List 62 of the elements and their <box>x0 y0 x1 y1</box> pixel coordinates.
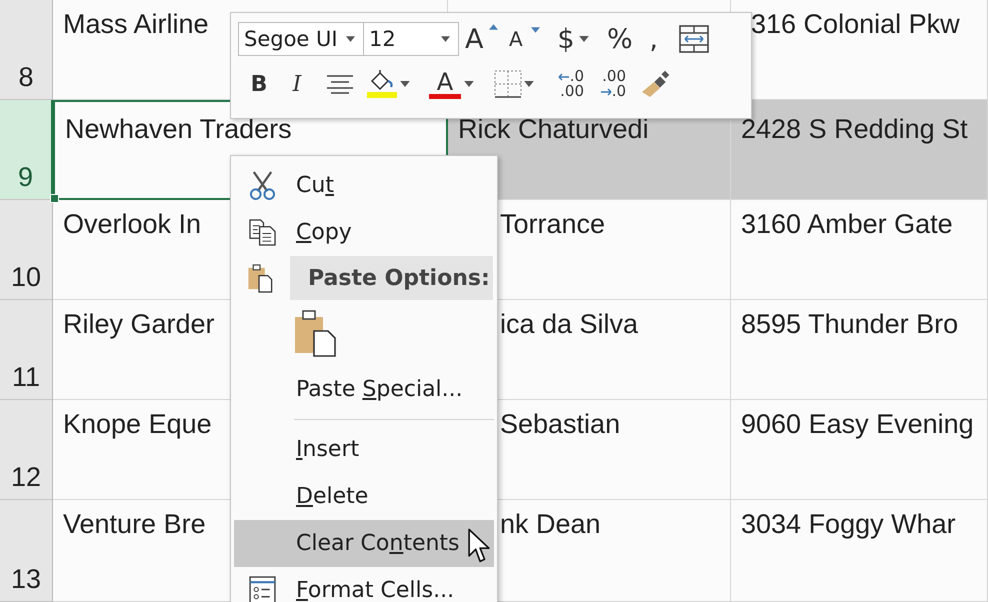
caret-icon[interactable] <box>464 81 474 87</box>
menu-item[interactable]: Paste Special... <box>234 366 494 413</box>
number-format-button[interactable]: , <box>642 24 665 54</box>
menu-item[interactable]: Format Cells... <box>234 567 494 602</box>
table-cell: 3160 Amber Gate <box>741 209 953 240</box>
scissors-icon <box>248 171 276 200</box>
triangle-icon <box>489 24 498 30</box>
table-cell: Torrance <box>500 209 606 240</box>
table-cell: Overlook In <box>63 209 202 240</box>
caret-icon[interactable] <box>400 81 410 87</box>
table-cell: Newhaven Traders <box>65 114 292 145</box>
number-format-button[interactable]: % <box>607 24 633 54</box>
row-header[interactable]: 12 <box>0 400 53 500</box>
menu-item[interactable]: Clear Contents <box>234 520 494 567</box>
table-cell: Mass Airline <box>63 9 209 40</box>
caret-icon <box>346 36 355 42</box>
menu-section-header: Paste Options: <box>290 256 493 300</box>
decrease-decimal-button[interactable]: .00 .0 <box>590 69 626 99</box>
mouse-pointer-icon <box>468 528 490 564</box>
menu-item[interactable]: Insert <box>234 426 494 473</box>
row-header[interactable]: 10 <box>0 200 53 300</box>
row-header[interactable]: 8 <box>0 0 53 100</box>
font-color-button[interactable]: A <box>428 70 462 98</box>
table-cell: Riley Garder <box>63 309 215 340</box>
arrow-icon <box>600 88 612 96</box>
table-cell: 3034 Foggy Whar <box>741 509 956 540</box>
caret-icon[interactable] <box>579 36 589 42</box>
table-cell: Knope Eque <box>63 409 212 440</box>
menu-item[interactable]: Delete <box>234 473 494 520</box>
paintbrush-icon[interactable] <box>640 70 672 98</box>
table-cell: Sebastian <box>500 409 620 440</box>
row-header[interactable]: 9 <box>0 100 53 200</box>
fill-handle[interactable] <box>50 194 59 203</box>
caret-icon[interactable] <box>524 81 534 87</box>
table-cell: 8595 Thunder Bro <box>741 309 958 340</box>
table-cell: 316 Colonial Pkw <box>751 9 960 40</box>
table-cell: ica da Silva <box>500 309 638 340</box>
increase-decimal-button[interactable]: .0 .00 <box>548 69 584 99</box>
row-header[interactable]: 11 <box>0 300 53 400</box>
font-size-dropdown[interactable]: 12 <box>364 22 459 56</box>
copy-icon <box>248 218 276 247</box>
triangle-icon <box>531 27 540 33</box>
arrow-icon <box>558 72 570 80</box>
italic-button[interactable]: I <box>282 72 312 96</box>
fill-color-icon[interactable] <box>366 69 398 99</box>
decrease-font-button[interactable]: A <box>509 27 545 51</box>
menu-item[interactable]: Copy <box>234 209 494 256</box>
table-cell: nk Dean <box>500 509 601 540</box>
table-cell: 2428 S Redding St <box>741 114 968 145</box>
table-cell: 9060 Easy Evening <box>741 409 974 440</box>
bold-button[interactable]: B <box>244 72 274 96</box>
font-dropdown[interactable]: Segoe UI <box>238 22 364 56</box>
borders-icon[interactable] <box>494 70 522 98</box>
table-cell: Venture Bre <box>63 509 206 540</box>
table-cell: Rick Chaturvedi <box>458 114 649 145</box>
caret-icon <box>441 36 450 42</box>
increase-font-button[interactable]: A <box>465 24 503 54</box>
row-header[interactable]: 13 <box>0 500 53 602</box>
number-format-button[interactable]: $ <box>555 24 577 54</box>
align-center-icon[interactable] <box>326 74 354 94</box>
menu-item[interactable]: Cut <box>234 162 494 209</box>
wrap-text-icon[interactable] <box>678 25 709 53</box>
